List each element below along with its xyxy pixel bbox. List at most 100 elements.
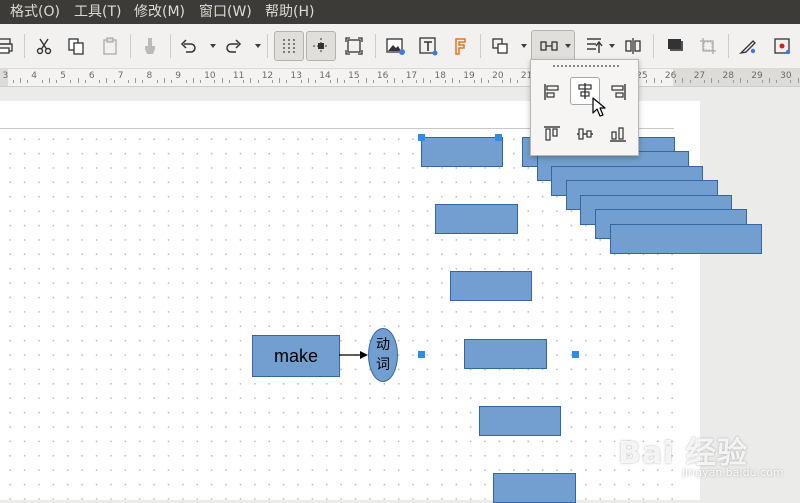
menu-help[interactable]: 帮助(H)	[265, 0, 314, 24]
ruler-tick	[343, 80, 345, 83]
clone-formatting-icon[interactable]	[136, 32, 164, 60]
ruler-tick	[768, 78, 770, 83]
ruler-tick	[307, 78, 309, 83]
print-icon[interactable]	[0, 32, 18, 60]
ruler-tick	[19, 78, 21, 83]
rectangle-shape[interactable]	[493, 473, 576, 503]
helplines-icon[interactable]	[306, 31, 336, 61]
rectangle-shape[interactable]	[464, 339, 547, 369]
ruler-tick	[703, 80, 705, 83]
ruler-label: 8	[146, 71, 153, 81]
ruler-tick	[113, 80, 115, 83]
ruler-tick	[372, 80, 374, 83]
menu-modify[interactable]: 修改(M)	[134, 0, 185, 24]
ruler-tick	[387, 80, 389, 83]
selection-handle[interactable]	[418, 134, 425, 141]
cut-icon[interactable]	[30, 32, 58, 60]
rectangle-shape[interactable]	[435, 204, 518, 234]
ruler-tick	[451, 78, 453, 83]
grid-display-icon[interactable]	[274, 31, 304, 61]
selection-handle[interactable]	[418, 351, 425, 358]
menu-format[interactable]: 格式(O)	[10, 0, 60, 24]
ruler-tick	[682, 78, 684, 83]
rectangle-shape[interactable]	[479, 406, 561, 436]
ruler-tick	[487, 80, 489, 83]
toolbar-separator	[653, 34, 654, 58]
standard-toolbar	[0, 24, 800, 69]
ruler-tick	[509, 78, 511, 83]
popup-grip[interactable]	[553, 65, 619, 69]
ruler-tick	[286, 80, 288, 83]
points-edit-icon[interactable]	[734, 32, 762, 60]
paste-icon[interactable]	[96, 32, 124, 60]
ruler-tick	[243, 80, 245, 83]
copy-icon[interactable]	[62, 32, 90, 60]
undo-dropdown-caret[interactable]	[210, 44, 216, 48]
ruler-tick	[27, 80, 29, 83]
ruler-tick	[516, 80, 518, 83]
distribute-icon[interactable]	[619, 32, 647, 60]
redo-dropdown-caret[interactable]	[255, 44, 261, 48]
ruler-tick	[12, 80, 14, 83]
ruler-tick	[127, 80, 129, 83]
menu-window[interactable]: 窗口(W)	[199, 0, 252, 24]
zoom-page-icon[interactable]	[340, 32, 368, 60]
transformations-dropdown-caret[interactable]	[521, 44, 527, 48]
ruler-tick	[646, 80, 648, 83]
ruler-tick	[739, 78, 741, 83]
menu-tools[interactable]: 工具(T)	[74, 0, 121, 24]
watermark-url: jingyan.baidu.com	[682, 466, 784, 479]
align-top-icon[interactable]	[537, 120, 567, 148]
selection-handle[interactable]	[495, 134, 502, 141]
insert-image-icon[interactable]	[381, 32, 409, 60]
ruler-tick	[797, 78, 799, 83]
ruler-label: 7	[117, 71, 124, 81]
undo-icon[interactable]	[174, 32, 202, 60]
crop-icon[interactable]	[694, 32, 722, 60]
ruler-tick	[653, 78, 655, 83]
insert-textbox-icon[interactable]	[414, 32, 442, 60]
redo-icon[interactable]	[220, 32, 248, 60]
toolbar-separator	[728, 34, 729, 58]
verb-ellipse[interactable]: 动词	[368, 328, 398, 382]
ruler-label: 3	[2, 71, 9, 81]
toolbar-separator	[170, 34, 171, 58]
ruler-tick	[732, 80, 734, 83]
align-dropdown-caret[interactable]	[565, 44, 571, 48]
ruler-tick	[185, 80, 187, 83]
shadow-icon[interactable]	[661, 32, 689, 60]
align-objects-popup	[530, 59, 639, 156]
connector-arrow[interactable]	[338, 349, 370, 361]
rectangle-shape[interactable]	[421, 137, 503, 167]
align-left-icon[interactable]	[537, 78, 567, 106]
ruler-tick	[192, 78, 194, 83]
ruler-tick	[228, 80, 230, 83]
rectangle-shape[interactable]	[610, 224, 762, 254]
align-middle-icon[interactable]	[570, 120, 600, 148]
ruler-tick	[358, 80, 360, 83]
selection-handle[interactable]	[572, 351, 579, 358]
ruler-tick	[790, 80, 792, 83]
ruler-label: 9	[175, 71, 182, 81]
ruler-tick	[279, 78, 281, 83]
transformations-icon[interactable]	[486, 32, 514, 60]
ruler-tick	[214, 80, 216, 83]
ruler-tick	[761, 80, 763, 83]
arrange-dropdown-caret[interactable]	[609, 44, 615, 48]
make-box[interactable]: make	[252, 335, 340, 377]
ruler-tick	[430, 80, 432, 83]
ruler-tick	[675, 80, 677, 83]
ruler-tick	[423, 78, 425, 83]
ruler-tick	[394, 78, 396, 83]
rectangle-shape[interactable]	[450, 271, 532, 301]
horizontal-ruler[interactable]: 3456789101112131415161718192021222324252…	[0, 69, 800, 87]
ruler-tick	[55, 80, 57, 83]
ruler-tick	[660, 80, 662, 83]
ruler-tick	[70, 80, 72, 83]
align-bottom-icon[interactable]	[603, 120, 633, 148]
toggle-extrusion-icon[interactable]	[768, 32, 796, 60]
fontwork-icon[interactable]	[446, 32, 474, 60]
arrange-icon[interactable]	[580, 32, 608, 60]
ruler-tick	[336, 78, 338, 83]
mouse-cursor-icon	[592, 97, 606, 117]
